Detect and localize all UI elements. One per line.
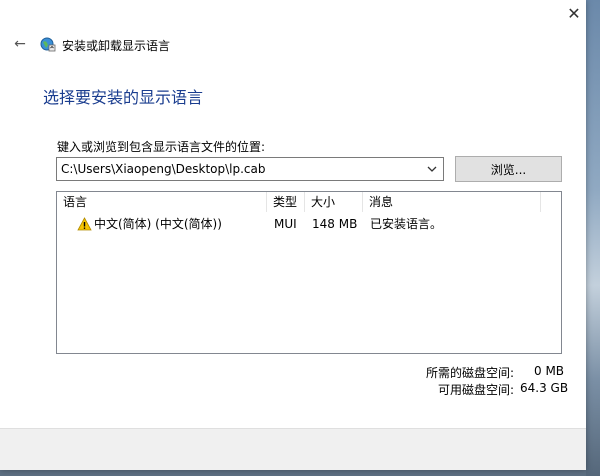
column-header-language[interactable]: 语言 <box>57 192 267 212</box>
navigation-row: ← 安装或卸载显示语言 <box>0 30 586 58</box>
path-combobox[interactable]: C:\Users\Xiaopeng\Desktop\lp.cab <box>56 157 444 181</box>
browse-button[interactable]: 浏览... <box>455 156 562 182</box>
language-globe-icon <box>40 37 56 52</box>
title-bar: ✕ <box>0 0 586 30</box>
required-space-value: 0 MB <box>534 364 565 378</box>
available-space-label: 可用磁盘空间: <box>438 383 515 397</box>
back-arrow-icon: ← <box>14 36 26 52</box>
column-header-message[interactable]: 消息 <box>363 192 541 212</box>
chevron-down-icon <box>427 166 437 172</box>
warning-icon <box>77 217 92 231</box>
column-header-size[interactable]: 大小 <box>305 192 363 212</box>
cell-type: MUI <box>274 217 297 231</box>
required-space-label: 所需的磁盘空间: <box>426 366 515 380</box>
dropdown-button[interactable] <box>423 160 441 178</box>
back-button[interactable]: ← <box>10 34 30 54</box>
list-header: 语言 类型 大小 消息 <box>57 192 561 212</box>
close-icon: ✕ <box>567 3 581 23</box>
column-header-type[interactable]: 类型 <box>267 192 305 212</box>
page-heading: 选择要安装的显示语言 <box>43 88 204 107</box>
dialog-window: ✕ ← 安装或卸载显示语言 选择要安装的显示语言 键入或浏览到包含显示语言文件的… <box>0 0 586 470</box>
language-list[interactable]: 语言 类型 大小 消息 中文(简体) (中文(简体)) MUI 148 MB 已… <box>56 191 562 354</box>
path-label: 键入或浏览到包含显示语言文件的位置: <box>57 140 266 154</box>
cell-size: 148 MB <box>312 217 358 231</box>
close-button[interactable]: ✕ <box>562 0 586 26</box>
available-space-value: 64.3 GB <box>520 381 569 395</box>
dialog-footer <box>0 428 586 470</box>
table-row[interactable]: 中文(简体) (中文(简体)) MUI 148 MB 已安装语言。 <box>57 214 561 234</box>
path-input-value[interactable]: C:\Users\Xiaopeng\Desktop\lp.cab <box>61 162 266 176</box>
window-title: 安装或卸载显示语言 <box>62 39 171 53</box>
desktop-background <box>586 0 600 476</box>
cell-language: 中文(简体) (中文(简体)) <box>94 217 222 231</box>
cell-message: 已安装语言。 <box>370 217 443 231</box>
